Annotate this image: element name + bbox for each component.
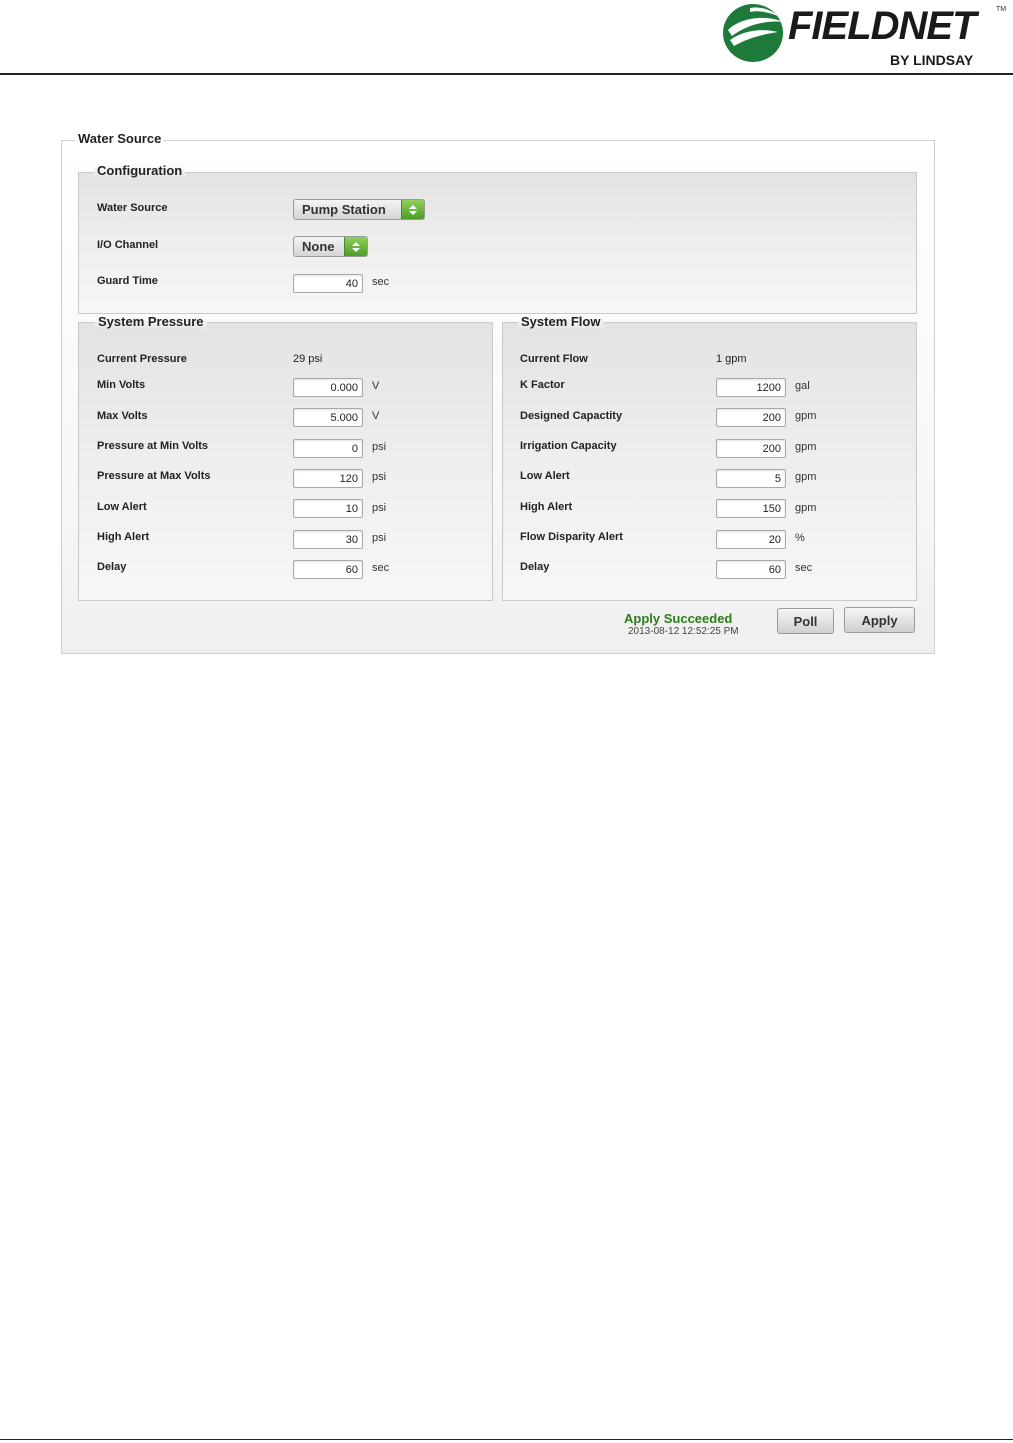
poll-button[interactable]: Poll <box>777 608 834 634</box>
pressure-max-volts-input[interactable] <box>293 469 363 488</box>
current-flow-label: Current Flow <box>520 353 588 365</box>
select-arrows-icon <box>344 237 367 256</box>
flow-disparity-alert-input[interactable] <box>716 530 786 549</box>
flow-delay-input[interactable] <box>716 560 786 579</box>
apply-status-message: Apply Succeeded <box>624 611 733 626</box>
guard-time-label: Guard Time <box>97 275 158 287</box>
irrigation-capacity-label: Irrigation Capacity <box>520 440 617 452</box>
footer-divider <box>0 1439 1013 1440</box>
water-source-label: Water Source <box>97 202 168 214</box>
apply-status-timestamp: 2013-08-12 12:52:25 PM <box>628 626 739 637</box>
max-volts-input[interactable] <box>293 408 363 427</box>
brand-trademark: TM <box>996 6 1007 13</box>
pressure-high-alert-unit: psi <box>372 532 387 544</box>
current-flow-value: 1 gpm <box>716 353 747 365</box>
guard-time-input[interactable] <box>293 274 363 293</box>
configuration-title: Configuration <box>94 163 186 178</box>
fieldnet-logo: FIELDNET TM BY LINDSAY <box>720 0 1012 70</box>
brand-subtitle: BY LINDSAY <box>890 52 974 68</box>
select-arrows-icon <box>401 200 424 219</box>
min-volts-unit: V <box>372 380 380 392</box>
designed-capacity-input[interactable] <box>716 408 786 427</box>
water-source-title: Water Source <box>75 131 165 146</box>
max-volts-label: Max Volts <box>97 410 148 422</box>
configuration-panel <box>78 172 917 314</box>
pressure-low-alert-input[interactable] <box>293 499 363 518</box>
k-factor-input[interactable] <box>716 378 786 397</box>
water-source-select[interactable]: Pump Station <box>293 199 425 220</box>
flow-disparity-alert-label: Flow Disparity Alert <box>520 531 623 543</box>
flow-high-alert-unit: gpm <box>795 502 817 514</box>
pressure-low-alert-label: Low Alert <box>97 501 147 513</box>
min-volts-label: Min Volts <box>97 379 146 391</box>
flow-low-alert-label: Low Alert <box>520 470 570 482</box>
flow-delay-unit: sec <box>795 562 813 574</box>
flow-low-alert-input[interactable] <box>716 469 786 488</box>
pressure-delay-input[interactable] <box>293 560 363 579</box>
pressure-max-volts-unit: psi <box>372 471 387 483</box>
io-channel-select[interactable]: None <box>293 236 368 257</box>
flow-high-alert-label: High Alert <box>520 501 573 513</box>
flow-low-alert-unit: gpm <box>795 471 817 483</box>
designed-capacity-label: Designed Capactity <box>520 410 623 422</box>
pressure-min-volts-input[interactable] <box>293 439 363 458</box>
flow-delay-label: Delay <box>520 561 550 573</box>
flow-disparity-alert-unit: % <box>795 532 805 544</box>
k-factor-unit: gal <box>795 380 810 392</box>
io-channel-select-value: None <box>302 239 335 254</box>
flow-high-alert-input[interactable] <box>716 499 786 518</box>
pressure-delay-unit: sec <box>372 562 390 574</box>
apply-button[interactable]: Apply <box>844 607 915 633</box>
pressure-delay-label: Delay <box>97 561 127 573</box>
header-divider <box>0 73 1013 75</box>
current-pressure-value: 29 psi <box>293 353 323 365</box>
guard-time-unit: sec <box>372 276 390 288</box>
pressure-min-volts-unit: psi <box>372 441 387 453</box>
system-pressure-title: System Pressure <box>95 314 207 329</box>
pressure-max-volts-label: Pressure at Max Volts <box>97 470 211 482</box>
irrigation-capacity-input[interactable] <box>716 439 786 458</box>
pressure-min-volts-label: Pressure at Min Volts <box>97 440 209 452</box>
io-channel-label: I/O Channel <box>97 239 159 251</box>
water-source-select-value: Pump Station <box>302 202 386 217</box>
fieldnet-swoosh-icon <box>723 4 784 62</box>
designed-capacity-unit: gpm <box>795 410 817 422</box>
pressure-low-alert-unit: psi <box>372 502 387 514</box>
k-factor-label: K Factor <box>520 379 565 391</box>
irrigation-capacity-unit: gpm <box>795 441 817 453</box>
min-volts-input[interactable] <box>293 378 363 397</box>
system-flow-title: System Flow <box>518 314 604 329</box>
pressure-high-alert-input[interactable] <box>293 530 363 549</box>
current-pressure-label: Current Pressure <box>97 353 187 365</box>
max-volts-unit: V <box>372 410 380 422</box>
pressure-high-alert-label: High Alert <box>97 531 150 543</box>
brand-name: FIELDNET <box>788 4 977 48</box>
